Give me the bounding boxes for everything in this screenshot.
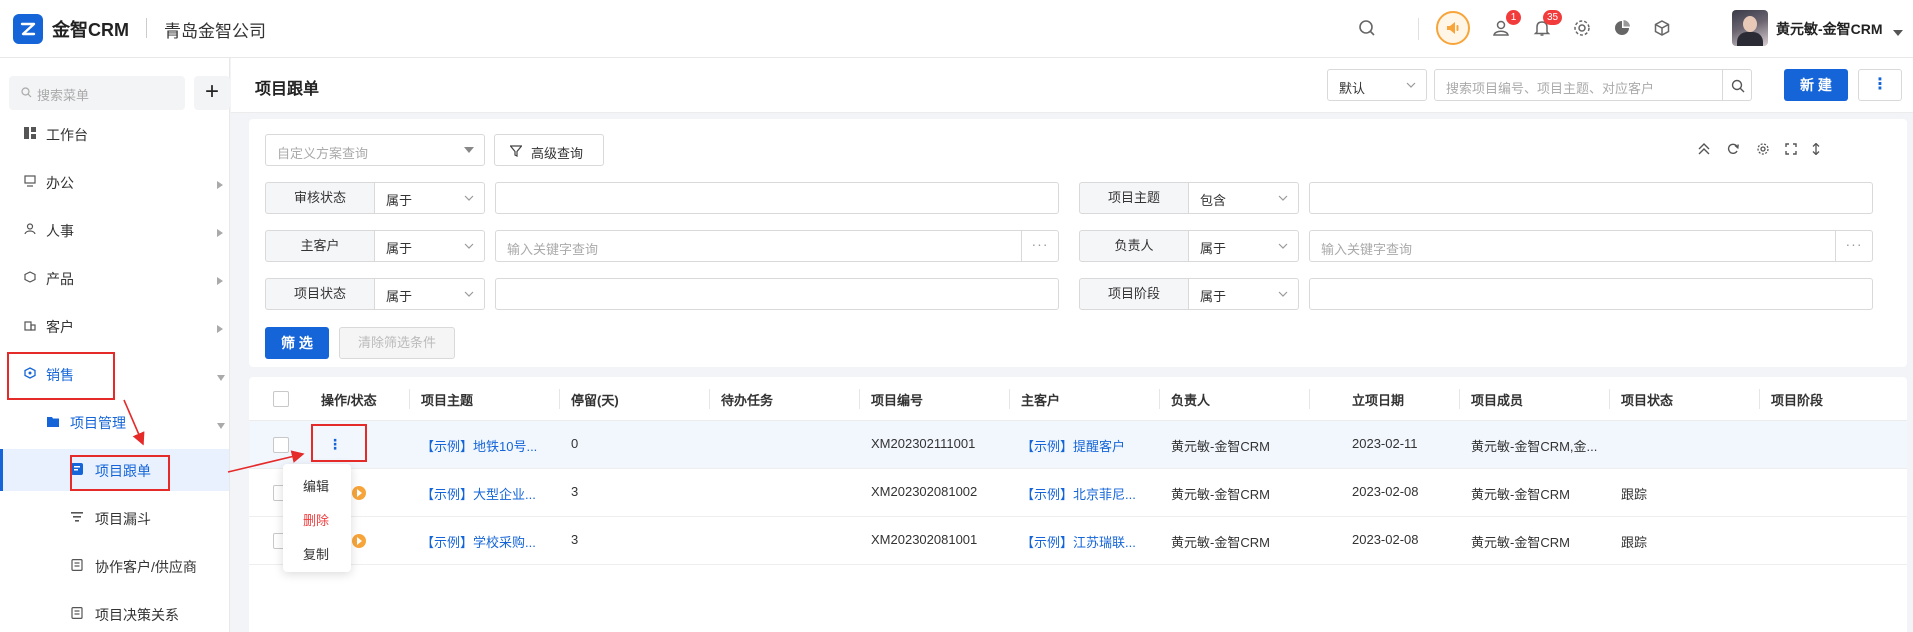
annotation-arrows	[123, 399, 305, 473]
